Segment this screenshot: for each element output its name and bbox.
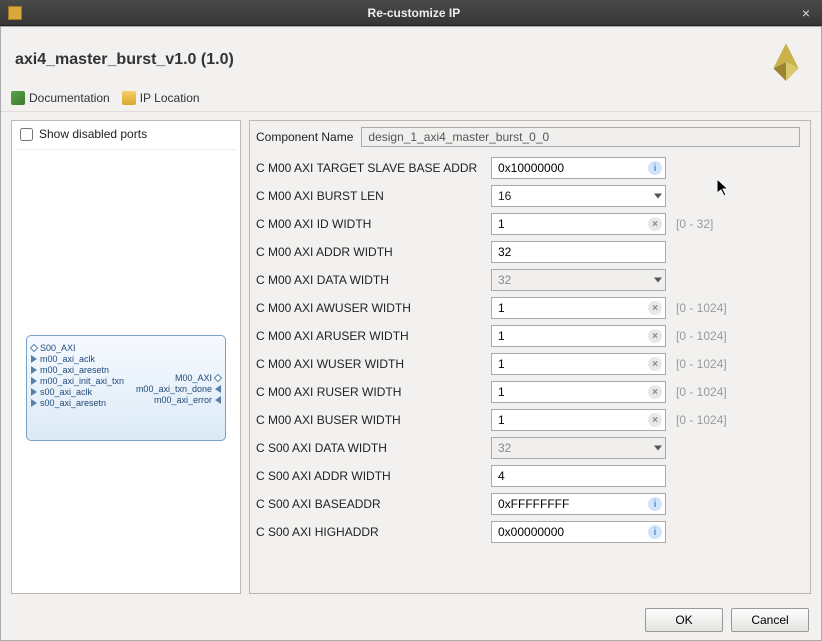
param-range: [0 - 32] bbox=[676, 217, 713, 231]
content-area: Show disabled ports S00_AXI m00_axi_aclk… bbox=[1, 114, 821, 600]
ip-location-label: IP Location bbox=[140, 91, 200, 105]
param-label: C M00 AXI ADDR WIDTH bbox=[256, 245, 491, 259]
param-field: × bbox=[491, 381, 666, 403]
param-field: 32 bbox=[491, 437, 666, 459]
param-label: C M00 AXI WUSER WIDTH bbox=[256, 357, 491, 371]
param-input[interactable] bbox=[491, 409, 666, 431]
param-label: C M00 AXI ID WIDTH bbox=[256, 217, 491, 231]
param-input[interactable] bbox=[491, 241, 666, 263]
window-titlebar: Re-customize IP × bbox=[0, 0, 822, 26]
param-input[interactable] bbox=[491, 465, 666, 487]
param-range: [0 - 1024] bbox=[676, 301, 727, 315]
param-row: C M00 AXI DATA WIDTH32 bbox=[256, 269, 800, 291]
param-label: C M00 AXI RUSER WIDTH bbox=[256, 385, 491, 399]
param-input[interactable] bbox=[491, 157, 666, 179]
param-row: C S00 AXI BASEADDRi bbox=[256, 493, 800, 515]
show-disabled-ports-label: Show disabled ports bbox=[39, 127, 147, 141]
param-label: C M00 AXI BURST LEN bbox=[256, 189, 491, 203]
ip-location-button[interactable]: IP Location bbox=[122, 91, 200, 105]
component-name-input bbox=[361, 127, 800, 147]
param-label: C S00 AXI BASEADDR bbox=[256, 497, 491, 511]
param-row: C M00 AXI ID WIDTH× [0 - 32] bbox=[256, 213, 800, 235]
button-bar: OK Cancel bbox=[1, 600, 821, 640]
close-icon[interactable]: × bbox=[798, 5, 814, 21]
param-range: [0 - 1024] bbox=[676, 413, 727, 427]
param-row: C M00 AXI BURST LEN16 bbox=[256, 185, 800, 207]
param-field: × bbox=[491, 213, 666, 235]
param-row: C S00 AXI HIGHADDRi bbox=[256, 521, 800, 543]
param-row: C M00 AXI RUSER WIDTH× [0 - 1024] bbox=[256, 381, 800, 403]
param-range: [0 - 1024] bbox=[676, 357, 727, 371]
param-range: [0 - 1024] bbox=[676, 329, 727, 343]
param-input[interactable] bbox=[491, 297, 666, 319]
ip-block-symbol[interactable]: S00_AXI m00_axi_aclk m00_axi_aresetn m00… bbox=[26, 335, 226, 441]
chevron-down-icon bbox=[654, 278, 662, 283]
component-name-row: Component Name bbox=[256, 127, 800, 147]
component-name-label: Component Name bbox=[256, 130, 353, 144]
window-title: Re-customize IP bbox=[30, 6, 798, 20]
chevron-down-icon bbox=[654, 194, 662, 199]
param-field: × bbox=[491, 325, 666, 347]
documentation-label: Documentation bbox=[29, 91, 110, 105]
param-row: C S00 AXI ADDR WIDTH bbox=[256, 465, 800, 487]
param-row: C M00 AXI ADDR WIDTH bbox=[256, 241, 800, 263]
param-field: i bbox=[491, 521, 666, 543]
symbol-panel: Show disabled ports S00_AXI m00_axi_aclk… bbox=[11, 120, 241, 594]
param-row: C M00 AXI BUSER WIDTH× [0 - 1024] bbox=[256, 409, 800, 431]
param-label: C S00 AXI DATA WIDTH bbox=[256, 441, 491, 455]
param-input[interactable] bbox=[491, 353, 666, 375]
param-label: C M00 AXI BUSER WIDTH bbox=[256, 413, 491, 427]
param-row: C S00 AXI DATA WIDTH32 bbox=[256, 437, 800, 459]
parameters-panel: Component Name C M00 AXI TARGET SLAVE BA… bbox=[249, 120, 811, 594]
vivado-logo-icon bbox=[765, 39, 807, 81]
chevron-down-icon bbox=[654, 446, 662, 451]
param-field: × bbox=[491, 297, 666, 319]
param-field: i bbox=[491, 157, 666, 179]
header-row: axi4_master_burst_v1.0 (1.0) bbox=[1, 27, 821, 91]
param-input[interactable] bbox=[491, 213, 666, 235]
show-disabled-ports-checkbox[interactable]: Show disabled ports bbox=[16, 125, 236, 150]
documentation-button[interactable]: Documentation bbox=[11, 91, 110, 105]
param-field: × bbox=[491, 409, 666, 431]
param-row: C M00 AXI TARGET SLAVE BASE ADDRi bbox=[256, 157, 800, 179]
param-row: C M00 AXI WUSER WIDTH× [0 - 1024] bbox=[256, 353, 800, 375]
param-field bbox=[491, 241, 666, 263]
folder-icon bbox=[122, 91, 136, 105]
param-input[interactable] bbox=[491, 493, 666, 515]
param-field bbox=[491, 465, 666, 487]
param-label: C S00 AXI HIGHADDR bbox=[256, 525, 491, 539]
toolbar: Documentation IP Location bbox=[1, 91, 821, 112]
param-label: C M00 AXI TARGET SLAVE BASE ADDR bbox=[256, 161, 491, 175]
param-input[interactable] bbox=[491, 521, 666, 543]
window-body: axi4_master_burst_v1.0 (1.0) Documentati… bbox=[0, 26, 822, 641]
page-title: axi4_master_burst_v1.0 (1.0) bbox=[15, 51, 234, 69]
param-select[interactable]: 16 bbox=[491, 185, 666, 207]
param-range: [0 - 1024] bbox=[676, 385, 727, 399]
param-row: C M00 AXI ARUSER WIDTH× [0 - 1024] bbox=[256, 325, 800, 347]
ok-button[interactable]: OK bbox=[645, 608, 723, 632]
param-input[interactable] bbox=[491, 325, 666, 347]
diagram-area[interactable]: S00_AXI m00_axi_aclk m00_axi_aresetn m00… bbox=[16, 150, 236, 589]
param-field: × bbox=[491, 353, 666, 375]
param-input[interactable] bbox=[491, 381, 666, 403]
param-select: 32 bbox=[491, 437, 666, 459]
param-row: C M00 AXI AWUSER WIDTH× [0 - 1024] bbox=[256, 297, 800, 319]
cancel-button[interactable]: Cancel bbox=[731, 608, 809, 632]
app-icon bbox=[8, 6, 22, 20]
documentation-icon bbox=[11, 91, 25, 105]
param-label: C M00 AXI DATA WIDTH bbox=[256, 273, 491, 287]
show-disabled-ports-input[interactable] bbox=[20, 128, 33, 141]
param-label: C M00 AXI ARUSER WIDTH bbox=[256, 329, 491, 343]
param-label: C M00 AXI AWUSER WIDTH bbox=[256, 301, 491, 315]
param-field: 16 bbox=[491, 185, 666, 207]
param-field: 32 bbox=[491, 269, 666, 291]
param-field: i bbox=[491, 493, 666, 515]
param-select: 32 bbox=[491, 269, 666, 291]
param-label: C S00 AXI ADDR WIDTH bbox=[256, 469, 491, 483]
